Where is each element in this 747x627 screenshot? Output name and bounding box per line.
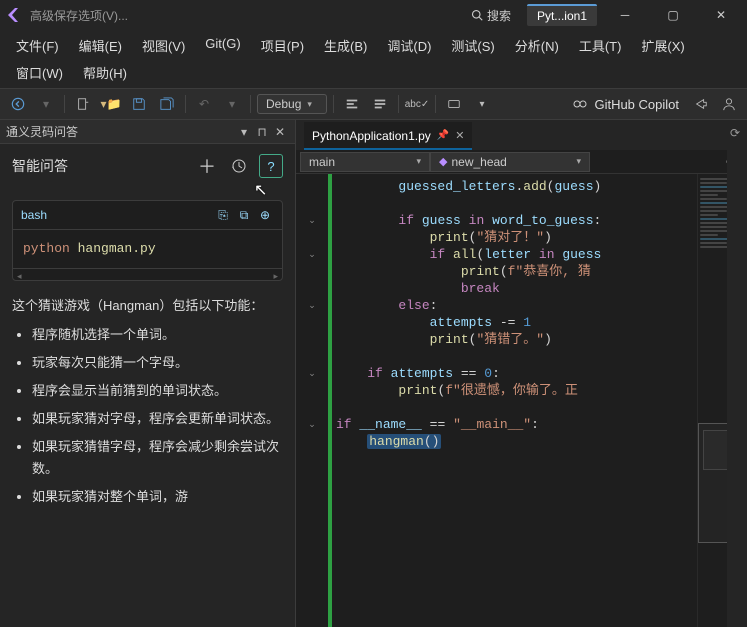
menu-project[interactable]: 项目(P) (251, 32, 314, 59)
scope-combo[interactable]: main▾ (300, 152, 430, 172)
field-icon: ◆ (439, 155, 447, 168)
code-block-body[interactable]: python hangman.py (13, 230, 282, 268)
editor-tab[interactable]: PythonApplication1.py 📌 ✕ (304, 122, 472, 150)
panel-body: bash ⎘ ⧉ ⊕ python hangman.py ◂▸ 这个猜谜游戏（H… (0, 188, 295, 627)
panel-title: 智能问答 (12, 156, 187, 176)
menu-analyze[interactable]: 分析(N) (505, 32, 569, 59)
search-label: 搜索 (487, 7, 511, 24)
solution-tab[interactable]: Pyt...ion1 (527, 4, 597, 26)
history-button[interactable] (227, 154, 251, 178)
title-bar: 高级保存选项(V)... 搜索 Pyt...ion1 ─ ▢ ✕ (0, 0, 747, 30)
diff-icon[interactable]: ⎘ (214, 206, 232, 224)
copilot-button[interactable]: GitHub Copilot (566, 96, 685, 112)
copy-code-button[interactable]: ⧉ (235, 206, 253, 224)
member-combo[interactable]: ◆ new_head▾ (430, 152, 590, 172)
vs-logo-icon (6, 7, 22, 23)
minimize-button[interactable]: ─ (605, 1, 645, 29)
new-chat-button[interactable]: ＋ (195, 154, 219, 178)
toggle-outlining-button[interactable] (340, 92, 364, 116)
chat-panel: 通义灵码问答 ▾ ⊓ ✕ 智能问答 ＋ ? bash ⎘ ⧉ ⊕ py (0, 120, 296, 627)
config-combo[interactable]: Debug (257, 94, 327, 114)
chat-desc-intro: 这个猜谜游戏（Hangman）包括以下功能： (12, 295, 283, 317)
nav-back-button[interactable] (6, 92, 30, 116)
menu-window[interactable]: 窗口(W) (6, 59, 73, 86)
list-item: 如果玩家猜对字母，程序会更新单词状态。 (32, 408, 283, 430)
share-button[interactable] (689, 92, 713, 116)
insert-code-button[interactable]: ⊕ (256, 206, 274, 224)
spellcheck-button[interactable]: abc✓ (405, 92, 429, 116)
fold-icon[interactable]: ⌄ (308, 368, 316, 379)
panel-dropdown-button[interactable]: ▾ (235, 123, 253, 141)
search-box[interactable]: 搜索 (463, 5, 519, 26)
code-host: ⌄ ⌄ ⌄ ⌄ ⌄ guessed_letters.add(guess) if … (296, 174, 747, 627)
menu-file[interactable]: 文件(F) (6, 32, 69, 59)
gutter[interactable]: ⌄ ⌄ ⌄ ⌄ ⌄ (296, 174, 328, 627)
code-block: bash ⎘ ⧉ ⊕ python hangman.py ◂▸ (12, 200, 283, 281)
save-button[interactable] (127, 92, 151, 116)
menu-tools[interactable]: 工具(T) (569, 32, 632, 59)
code-lang-label: bash (21, 205, 47, 225)
undo-button[interactable]: ↶ (192, 92, 216, 116)
debug-target-button[interactable] (442, 92, 466, 116)
main-toolbar: ▾ ▾📁 ↶ ▾ Debug abc✓ ▾ GitHub Copilot (0, 88, 747, 120)
nav-forward-button[interactable]: ▾ (34, 92, 58, 116)
panel-window-title: 通义灵码问答 (6, 123, 78, 140)
list-item: 如果玩家猜错字母，程序会减少剩余尝试次数。 (32, 436, 283, 480)
panel-pin-button[interactable]: ⊓ (253, 123, 271, 141)
code-block-header: bash ⎘ ⧉ ⊕ (13, 201, 282, 230)
panel-close-button[interactable]: ✕ (271, 123, 289, 141)
main-area: 通义灵码问答 ▾ ⊓ ✕ 智能问答 ＋ ? bash ⎘ ⧉ ⊕ py (0, 120, 747, 627)
list-item: 程序随机选择一个单词。 (32, 324, 283, 346)
menu-debug[interactable]: 调试(D) (377, 32, 441, 59)
fold-icon[interactable]: ⌄ (308, 300, 316, 311)
search-icon (471, 9, 483, 21)
rail-icon[interactable]: ⟳ (730, 126, 744, 140)
app-label[interactable]: 高级保存选项(V)... (30, 7, 128, 24)
menu-bar: 文件(F) 编辑(E) 视图(V) Git(G) 项目(P) 生成(B) 调试(… (0, 30, 747, 88)
fold-icon[interactable]: ⌄ (308, 215, 316, 226)
change-indicator (328, 174, 332, 627)
panel-header: 智能问答 ＋ ? (0, 144, 295, 188)
maximize-button[interactable]: ▢ (653, 1, 693, 29)
feature-list: 程序随机选择一个单词。 玩家每次只能猜一个字母。 程序会显示当前猜到的单词状态。… (32, 324, 283, 509)
menu-git[interactable]: Git(G) (195, 32, 250, 59)
menu-view[interactable]: 视图(V) (132, 32, 195, 59)
fold-icon[interactable]: ⌄ (308, 249, 316, 260)
redo-button[interactable]: ▾ (220, 92, 244, 116)
tab-label: PythonApplication1.py (312, 129, 431, 143)
list-item: 玩家每次只能猜一个字母。 (32, 352, 283, 374)
open-folder-button[interactable]: ▾📁 (99, 92, 123, 116)
pin-icon[interactable]: 📌 (437, 130, 449, 141)
menu-edit[interactable]: 编辑(E) (69, 32, 132, 59)
fold-icon[interactable]: ⌄ (308, 419, 316, 430)
panel-titlebar: 通义灵码问答 ▾ ⊓ ✕ (0, 120, 295, 144)
new-file-button[interactable] (71, 92, 95, 116)
comment-button[interactable] (368, 92, 392, 116)
menu-extensions[interactable]: 扩展(X) (631, 32, 694, 59)
save-all-button[interactable] (155, 92, 179, 116)
tab-close-button[interactable]: ✕ (455, 129, 464, 142)
editor-tabs: PythonApplication1.py 📌 ✕ ▾ (296, 120, 747, 150)
menu-test[interactable]: 测试(S) (441, 32, 504, 59)
more-button[interactable]: ▾ (470, 92, 494, 116)
breadcrumb-bar: main▾ ◆ new_head▾ ✚ (296, 150, 747, 174)
right-tool-rail: ⟳ (727, 120, 747, 627)
account-button[interactable] (717, 92, 741, 116)
menu-help[interactable]: 帮助(H) (73, 59, 137, 86)
copilot-icon (572, 96, 588, 112)
menu-build[interactable]: 生成(B) (314, 32, 377, 59)
code-block-scrollbar[interactable]: ◂▸ (13, 268, 282, 280)
editor-area: PythonApplication1.py 📌 ✕ ▾ main▾ ◆ new_… (296, 120, 747, 627)
code-editor[interactable]: guessed_letters.add(guess) if guess in w… (328, 174, 697, 627)
close-button[interactable]: ✕ (701, 1, 741, 29)
help-button[interactable]: ? (259, 154, 283, 178)
list-item: 程序会显示当前猜到的单词状态。 (32, 380, 283, 402)
list-item: 如果玩家猜对整个单词，游 (32, 486, 283, 508)
